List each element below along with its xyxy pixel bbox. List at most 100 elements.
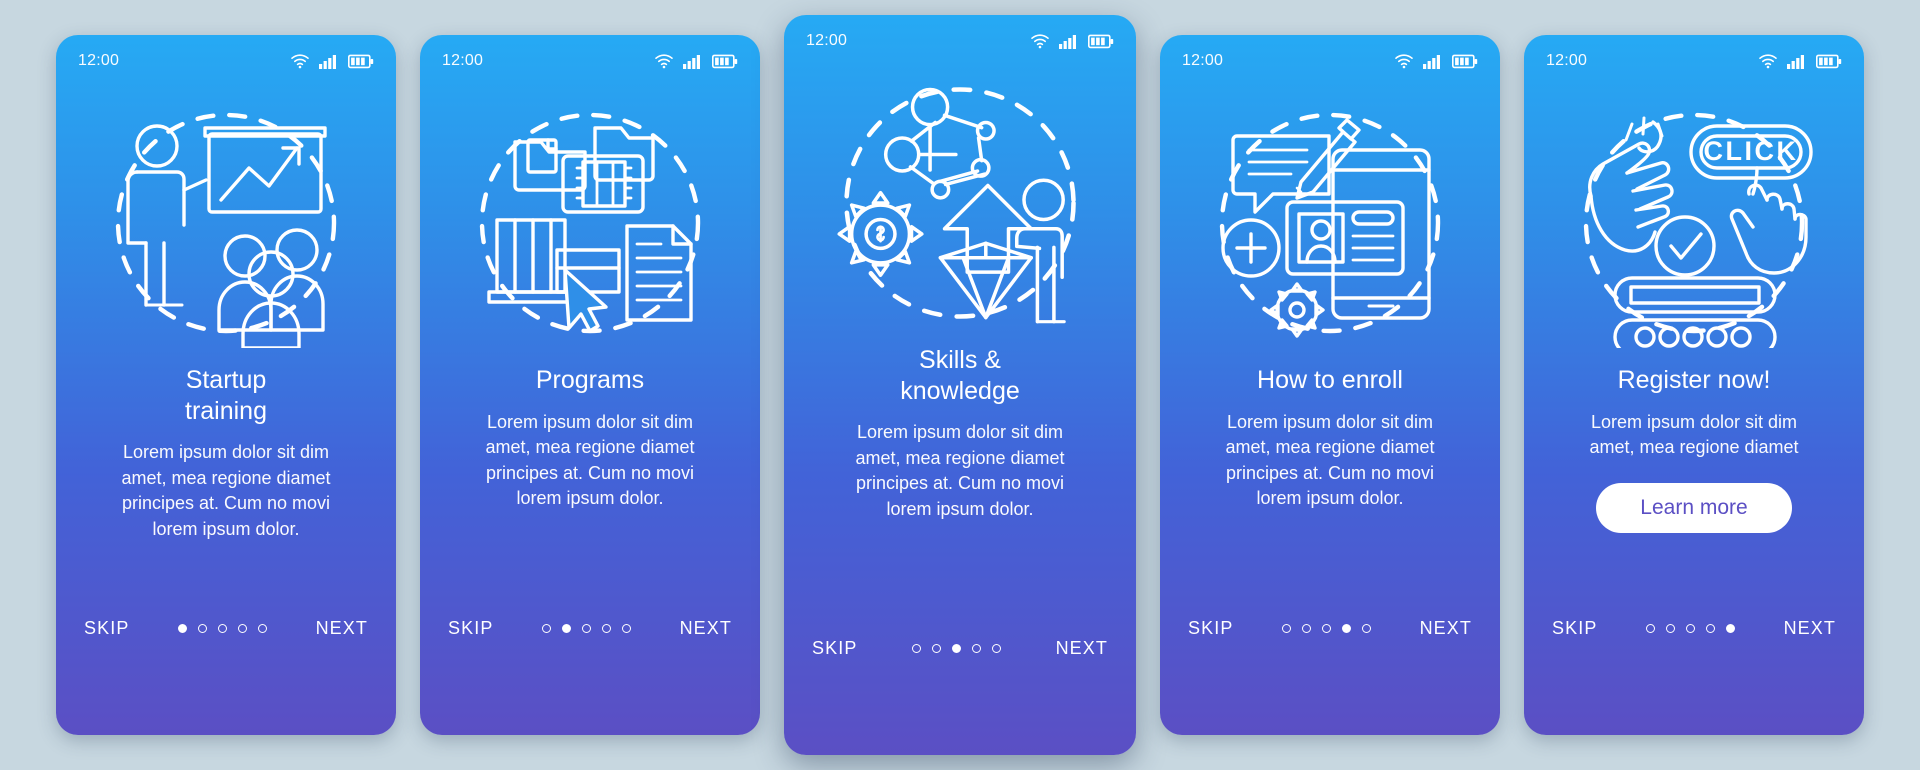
page-title: Programs xyxy=(535,366,645,394)
step-indicator xyxy=(1646,624,1735,633)
step-indicator xyxy=(178,624,267,633)
step-dot-5[interactable] xyxy=(622,624,631,633)
wifi-icon xyxy=(1031,34,1049,49)
step-dot-2[interactable] xyxy=(1666,624,1675,633)
status-bar: 12:00 xyxy=(420,35,760,87)
status-time: 12:00 xyxy=(1182,52,1224,69)
onboarding-screen-skills-knowledge: 12:00 Skills & knowledge Lorem ipsum dol… xyxy=(784,15,1136,755)
step-dot-4[interactable] xyxy=(1706,624,1715,633)
status-time: 12:00 xyxy=(1546,52,1588,69)
status-bar: 12:00 xyxy=(56,35,396,87)
wifi-icon xyxy=(1395,54,1413,69)
screen-text-block: Programs Lorem ipsum dolor sit dim amet,… xyxy=(420,357,760,512)
step-dot-1[interactable] xyxy=(542,624,551,633)
onboarding-screen-startup-training: 12:00 Startup training Lorem ipsum dolor… xyxy=(56,35,396,735)
status-time: 12:00 xyxy=(806,32,848,49)
status-icons xyxy=(290,53,374,69)
battery-icon xyxy=(1088,34,1114,49)
step-dot-5[interactable] xyxy=(992,644,1001,653)
step-dot-2[interactable] xyxy=(1302,624,1311,633)
page-title: How to enroll xyxy=(1257,366,1403,394)
status-time: 12:00 xyxy=(78,52,120,69)
next-button[interactable]: NEXT xyxy=(316,618,368,639)
signal-bars-icon xyxy=(1787,55,1804,69)
screen-footer: SKIP NEXT xyxy=(1524,618,1864,639)
status-bar: 12:00 xyxy=(1524,35,1864,87)
status-icons xyxy=(654,53,738,69)
status-bar: 12:00 xyxy=(1160,35,1500,87)
skip-button[interactable]: SKIP xyxy=(812,638,857,659)
step-dot-4[interactable] xyxy=(238,624,247,633)
onboarding-screen-programs: 12:00 Programs Lorem ipsum dolor sit dim… xyxy=(420,35,760,735)
next-button[interactable]: NEXT xyxy=(680,618,732,639)
skills-growth-illustration xyxy=(784,69,1136,337)
page-title: Skills & knowledge xyxy=(900,346,1020,405)
screen-footer: SKIP NEXT xyxy=(1160,618,1500,639)
battery-icon xyxy=(1452,54,1478,69)
media-library-illustration xyxy=(420,89,760,357)
wifi-icon xyxy=(1759,54,1777,69)
step-dot-1[interactable] xyxy=(1646,624,1655,633)
page-description: Lorem ipsum dolor sit dim amet, mea regi… xyxy=(1589,411,1799,458)
step-dot-2[interactable] xyxy=(562,624,571,633)
screen-text-block: Startup training Lorem ipsum dolor sit d… xyxy=(56,357,396,542)
step-dot-5[interactable] xyxy=(258,624,267,633)
page-description: Lorem ipsum dolor sit dim amet, mea regi… xyxy=(855,422,1065,519)
status-icons xyxy=(1758,53,1842,69)
onboarding-screens-stage: 12:00 Startup training Lorem ipsum dolor… xyxy=(0,0,1920,770)
step-dot-2[interactable] xyxy=(932,644,941,653)
battery-icon xyxy=(712,54,738,69)
skip-button[interactable]: SKIP xyxy=(1552,618,1597,639)
page-title: Startup training xyxy=(185,366,267,425)
step-dot-5[interactable] xyxy=(1362,624,1371,633)
battery-icon xyxy=(1816,54,1842,69)
step-dot-2[interactable] xyxy=(198,624,207,633)
learn-more-button[interactable]: Learn more xyxy=(1596,482,1792,533)
step-dot-3[interactable] xyxy=(582,624,591,633)
screen-text-block: How to enroll Lorem ipsum dolor sit dim … xyxy=(1160,357,1500,512)
status-icons xyxy=(1030,33,1114,49)
next-button[interactable]: NEXT xyxy=(1056,638,1108,659)
next-button[interactable]: NEXT xyxy=(1420,618,1472,639)
step-dot-1[interactable] xyxy=(178,624,187,633)
screen-footer: SKIP NEXT xyxy=(784,638,1136,659)
skip-button[interactable]: SKIP xyxy=(1188,618,1233,639)
screen-footer: SKIP NEXT xyxy=(56,618,396,639)
screen-text-block: Register now! Lorem ipsum dolor sit dim … xyxy=(1524,357,1864,533)
click-register-illustration: CLICK xyxy=(1524,89,1864,357)
step-dot-3[interactable] xyxy=(218,624,227,633)
svg-text:CLICK: CLICK xyxy=(1704,136,1799,166)
battery-icon xyxy=(348,54,374,69)
signal-bars-icon xyxy=(683,55,700,69)
step-dot-4[interactable] xyxy=(972,644,981,653)
onboarding-screen-register-now: 12:00 CLICK Register now! Lorem ipsum do… xyxy=(1524,35,1864,735)
step-dot-4[interactable] xyxy=(1342,624,1351,633)
onboarding-screen-how-to-enroll: 12:00 How to enroll Lorem ipsum dolor si… xyxy=(1160,35,1500,735)
signal-bars-icon xyxy=(319,55,336,69)
step-indicator xyxy=(542,624,631,633)
page-title: Register now! xyxy=(1617,366,1771,394)
signal-bars-icon xyxy=(1423,55,1440,69)
step-dot-3[interactable] xyxy=(1322,624,1331,633)
step-dot-3[interactable] xyxy=(1686,624,1695,633)
status-icons xyxy=(1394,53,1478,69)
enrollment-form-illustration xyxy=(1160,89,1500,357)
page-description: Lorem ipsum dolor sit dim amet, mea regi… xyxy=(485,411,695,509)
signal-bars-icon xyxy=(1059,35,1076,49)
step-dot-4[interactable] xyxy=(602,624,611,633)
step-dot-3[interactable] xyxy=(952,644,961,653)
page-description: Lorem ipsum dolor sit dim amet, mea regi… xyxy=(1225,411,1435,509)
screen-footer: SKIP NEXT xyxy=(420,618,760,639)
next-button[interactable]: NEXT xyxy=(1784,618,1836,639)
step-dot-1[interactable] xyxy=(1282,624,1291,633)
step-indicator xyxy=(912,644,1001,653)
status-bar: 12:00 xyxy=(784,15,1136,67)
skip-button[interactable]: SKIP xyxy=(448,618,493,639)
step-dot-5[interactable] xyxy=(1726,624,1735,633)
cta-wrapper: Learn more xyxy=(1550,482,1838,533)
step-dot-1[interactable] xyxy=(912,644,921,653)
wifi-icon xyxy=(655,54,673,69)
page-description: Lorem ipsum dolor sit dim amet, mea regi… xyxy=(121,442,331,539)
screen-text-block: Skills & knowledge Lorem ipsum dolor sit… xyxy=(784,337,1136,522)
skip-button[interactable]: SKIP xyxy=(84,618,129,639)
